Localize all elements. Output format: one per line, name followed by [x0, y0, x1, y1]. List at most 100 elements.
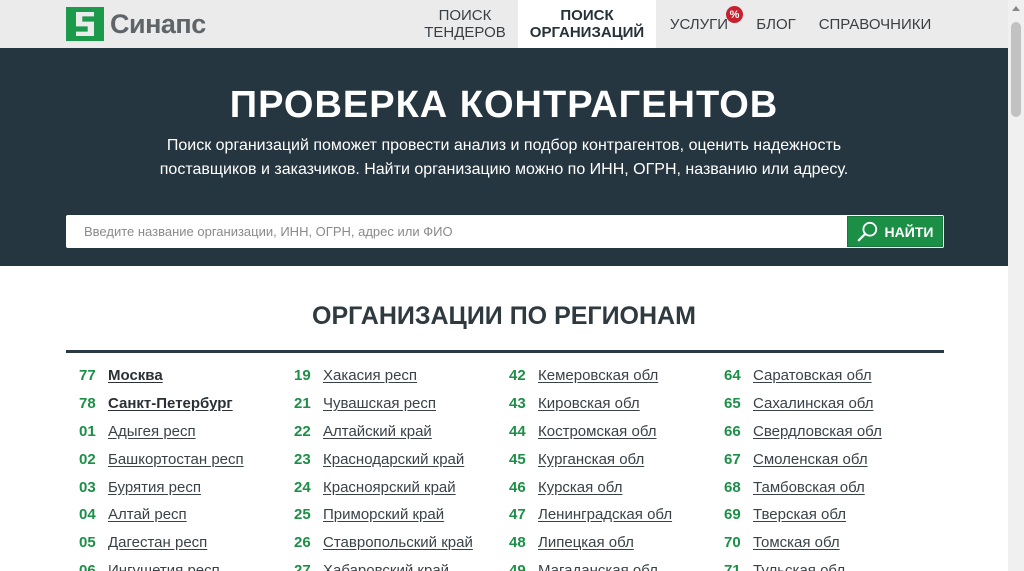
- region-link[interactable]: Липецкая обл: [538, 534, 634, 551]
- page: Синапс Поиск тендеров Поиск организаций Ус…: [0, 0, 1024, 571]
- region-code: 70: [724, 534, 741, 552]
- nav-tenders-line1: Поиск: [438, 7, 492, 24]
- nav-tenders-line2: тендеров: [424, 24, 506, 41]
- region-code: 21: [294, 395, 311, 413]
- region-link[interactable]: Алтай респ: [108, 506, 187, 523]
- regions-divider: [66, 350, 944, 353]
- region-link[interactable]: Приморский край: [323, 506, 444, 523]
- region-row: 69 Тверская обл: [724, 501, 934, 529]
- region-row: 21 Чувашская респ: [294, 390, 504, 418]
- region-row: 68 Тамбовская обл: [724, 473, 934, 501]
- region-code: 43: [509, 395, 526, 413]
- region-link[interactable]: Хакасия респ: [323, 367, 417, 384]
- region-link[interactable]: Тверская обл: [753, 506, 846, 523]
- region-code: 04: [79, 506, 96, 524]
- region-code: 66: [724, 422, 741, 440]
- region-link[interactable]: Курская обл: [538, 479, 622, 496]
- region-code: 27: [294, 561, 311, 571]
- region-row: 78 Санкт-Петербург: [79, 390, 289, 418]
- region-code: 19: [294, 367, 311, 385]
- region-code: 44: [509, 422, 526, 440]
- region-link[interactable]: Адыгея респ: [108, 423, 196, 440]
- region-link[interactable]: Томская обл: [753, 534, 840, 551]
- region-row: 77 Москва: [79, 362, 289, 390]
- regions-column-2: 19 Хакасия респ 21 Чувашская респ 22 Алтайски…: [294, 362, 504, 571]
- region-link[interactable]: Хабаровский край: [323, 562, 449, 571]
- regions-title: ОРГАНИЗАЦИИ ПО РЕГИОНАМ: [312, 302, 696, 330]
- region-row: 06 Ингушетия респ: [79, 557, 289, 571]
- region-link[interactable]: Алтайский край: [323, 423, 432, 440]
- region-link[interactable]: Санкт-Петербург: [108, 395, 233, 412]
- region-row: 25 Приморский край: [294, 501, 504, 529]
- nav-directories[interactable]: Справочники: [812, 0, 938, 48]
- region-link[interactable]: Смоленская обл: [753, 451, 868, 468]
- region-link[interactable]: Костромская обл: [538, 423, 656, 440]
- region-row: 05 Дагестан респ: [79, 529, 289, 557]
- search-input[interactable]: [66, 215, 846, 248]
- region-code: 01: [79, 422, 96, 440]
- hero-subtitle: Поиск организаций поможет провести анали…: [159, 137, 849, 178]
- region-link[interactable]: Краснодарский край: [323, 451, 464, 468]
- region-row: 43 Кировская обл: [509, 390, 719, 418]
- region-code: 78: [79, 395, 96, 413]
- region-row: 66 Свердловская обл: [724, 418, 934, 446]
- nav-blog[interactable]: Блог: [748, 0, 804, 48]
- region-code: 05: [79, 534, 96, 552]
- region-row: 70 Томская обл: [724, 529, 934, 557]
- nav-services-label: Услуги: [669, 15, 729, 33]
- region-code: 69: [724, 506, 741, 524]
- region-link[interactable]: Ингушетия респ: [108, 562, 220, 571]
- region-link[interactable]: Свердловская обл: [753, 423, 882, 440]
- region-row: 24 Красноярский край: [294, 473, 504, 501]
- region-row: 49 Магаданская обл: [509, 557, 719, 571]
- discount-badge: %: [726, 6, 743, 23]
- site-logo[interactable]: Синапс: [66, 7, 206, 41]
- regions-column-1: 77 Москва 78 Санкт-Петербург 01 Адыгея респ 02…: [79, 362, 289, 571]
- hero-title: ПРОВЕРКА КОНТРАГЕНТОВ: [229, 84, 779, 126]
- region-row: 27 Хабаровский край: [294, 557, 504, 571]
- page-scrollbar[interactable]: [1008, 0, 1024, 571]
- nav-organizations-search[interactable]: Поиск организаций: [518, 0, 656, 48]
- region-link[interactable]: Тамбовская обл: [753, 479, 865, 496]
- region-link[interactable]: Бурятия респ: [108, 479, 201, 496]
- region-row: 02 Башкортостан респ: [79, 445, 289, 473]
- region-row: 42 Кемеровская обл: [509, 362, 719, 390]
- nav-tenders-search[interactable]: Поиск тендеров: [424, 0, 506, 48]
- scroll-up-arrow-icon[interactable]: [1012, 6, 1020, 11]
- region-link[interactable]: Саратовская обл: [753, 367, 872, 384]
- region-link[interactable]: Ленинградская обл: [538, 506, 672, 523]
- region-link[interactable]: Сахалинская обл: [753, 395, 873, 412]
- nav-blog-label: Блог: [756, 15, 796, 33]
- region-link[interactable]: Башкортостан респ: [108, 451, 244, 468]
- region-link[interactable]: Дагестан респ: [108, 534, 207, 551]
- magnifier-icon: [857, 221, 877, 241]
- search-button[interactable]: НАЙТИ: [847, 216, 943, 247]
- region-link[interactable]: Кировская обл: [538, 395, 640, 412]
- region-link[interactable]: Ставропольский край: [323, 534, 473, 551]
- region-link[interactable]: Тульская обл: [753, 562, 845, 571]
- region-code: 26: [294, 534, 311, 552]
- region-row: 19 Хакасия респ: [294, 362, 504, 390]
- region-link[interactable]: Кемеровская обл: [538, 367, 658, 384]
- region-link[interactable]: Чувашская респ: [323, 395, 436, 412]
- region-code: 22: [294, 422, 311, 440]
- nav-organizations-line1: Поиск: [560, 7, 614, 24]
- nav-organizations-line2: организаций: [529, 24, 645, 41]
- region-row: 65 Сахалинская обл: [724, 390, 934, 418]
- region-row: 01 Адыгея респ: [79, 418, 289, 446]
- region-link[interactable]: Магаданская обл: [538, 562, 658, 571]
- logo-text: Синапс: [110, 8, 206, 39]
- top-navigation-bar: Синапс Поиск тендеров Поиск организаций Ус…: [0, 0, 1008, 48]
- region-link[interactable]: Курганская обл: [538, 451, 644, 468]
- region-code: 25: [294, 506, 311, 524]
- region-row: 71 Тульская обл: [724, 557, 934, 571]
- region-code: 03: [79, 478, 96, 496]
- scrollbar-thumb[interactable]: [1011, 22, 1021, 117]
- region-code: 23: [294, 450, 311, 468]
- region-link[interactable]: Москва: [108, 367, 163, 384]
- hero-section: ПРОВЕРКА КОНТРАГЕНТОВ Поиск организаций …: [0, 48, 1008, 266]
- nav-services[interactable]: Услуги: [660, 0, 738, 48]
- region-link[interactable]: Красноярский край: [323, 479, 456, 496]
- search-button-label: НАЙТИ: [884, 223, 934, 240]
- region-row: 67 Смоленская обл: [724, 445, 934, 473]
